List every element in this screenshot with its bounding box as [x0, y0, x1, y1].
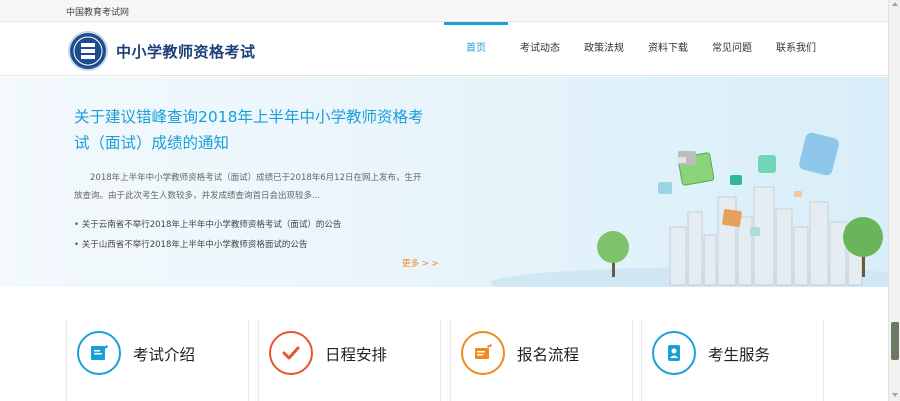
main-nav: 首页 考试动态 政策法规 资料下载 常见问题 联系我们 — [444, 22, 828, 76]
registration-flow-icon — [461, 331, 505, 375]
exam-intro-icon — [77, 331, 121, 375]
scroll-up-arrow-icon[interactable] — [892, 2, 898, 6]
schedule-check-icon — [269, 331, 313, 375]
service-label: 考试介绍 — [133, 346, 196, 364]
news-link-item[interactable]: 关于山西省不举行2018年上半年中小学教师资格面试的公告 — [74, 235, 434, 255]
nav-contact[interactable]: 联系我们 — [764, 22, 828, 76]
service-label: 报名流程 — [517, 346, 580, 364]
news-link-item[interactable]: 关于云南省不举行2018年上半年中小学教师资格考试（面试）的公告 — [74, 215, 434, 235]
service-label: 日程安排 — [325, 346, 388, 364]
top-strip: 中国教育考试网 — [0, 0, 888, 22]
nav-downloads[interactable]: 资料下载 — [636, 22, 700, 76]
service-card-candidate[interactable]: 考生服务 — [641, 320, 824, 401]
nav-policies[interactable]: 政策法规 — [572, 22, 636, 76]
top-site-name-link[interactable]: 中国教育考试网 — [66, 5, 129, 18]
scroll-thumb[interactable] — [891, 322, 899, 360]
logo-emblem-icon[interactable] — [68, 31, 108, 71]
nav-exam-news[interactable]: 考试动态 — [508, 22, 572, 76]
city-illustration — [490, 132, 888, 287]
nav-home[interactable]: 首页 — [444, 22, 508, 76]
service-section: 考试介绍 日程安排 报名流程 考生服务 — [0, 288, 888, 401]
news-headline-link[interactable]: 关于建议错峰查询2018年上半年中小学教师资格考试（面试）成绩的通知 — [74, 104, 424, 156]
news-summary: 2018年上半年中小学教师资格考试（面试）成绩已于2018年6月12日在网上发布… — [74, 173, 422, 201]
service-label: 考生服务 — [708, 346, 771, 364]
scroll-down-arrow-icon[interactable] — [892, 393, 898, 397]
candidate-service-icon — [652, 331, 696, 375]
news-link-list: 关于云南省不举行2018年上半年中小学教师资格考试（面试）的公告 关于山西省不举… — [74, 215, 434, 255]
nav-faq[interactable]: 常见问题 — [700, 22, 764, 76]
news-banner: 关于建议错峰查询2018年上半年中小学教师资格考试（面试）成绩的通知 2018年… — [0, 77, 888, 287]
service-card-schedule[interactable]: 日程安排 — [258, 320, 441, 401]
service-card-exam-intro[interactable]: 考试介绍 — [66, 320, 249, 401]
site-header: 中小学教师资格考试 首页 考试动态 政策法规 资料下载 常见问题 联系我们 — [0, 22, 888, 76]
site-title[interactable]: 中小学教师资格考试 — [116, 41, 256, 62]
page-scrollbar[interactable] — [888, 0, 900, 401]
service-card-registration[interactable]: 报名流程 — [450, 320, 633, 401]
